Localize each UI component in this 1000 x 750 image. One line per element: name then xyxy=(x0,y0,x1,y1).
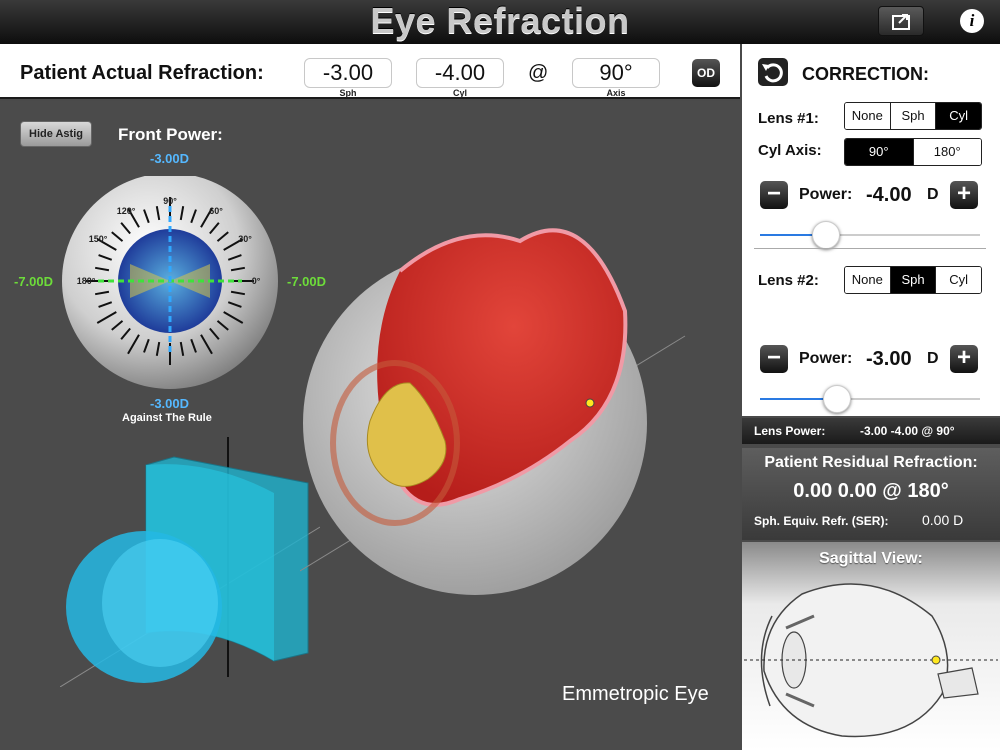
correction-title: CORRECTION: xyxy=(802,64,929,84)
patient-refraction-bar: Patient Actual Refraction: -3.00 Sph -4.… xyxy=(0,44,740,99)
share-button[interactable] xyxy=(878,6,924,36)
lens2-plus-button[interactable]: + xyxy=(950,345,978,373)
axis-input[interactable]: 90° xyxy=(572,58,660,88)
sph-sublabel: Sph xyxy=(339,88,357,98)
lens1-type-selector: None Sph Cyl xyxy=(844,102,982,130)
lens1-power-slider[interactable] xyxy=(760,221,980,249)
sagittal-optic-nerve xyxy=(937,667,979,699)
cyl-axis-label: Cyl Axis: xyxy=(758,142,822,159)
lens2-power-value: -3.00 xyxy=(866,348,912,370)
lens1-plus-button[interactable]: + xyxy=(950,181,978,209)
sagittal-title: Sagittal View: xyxy=(819,550,923,567)
reset-button[interactable] xyxy=(758,58,788,86)
patient-refraction-label: Patient Actual Refraction: xyxy=(20,62,264,84)
lens1-power-label: Power: xyxy=(799,186,853,203)
eye-cross-section xyxy=(300,228,686,595)
lens-power-label: Lens Power: xyxy=(754,424,826,438)
cyl-sublabel: Cyl xyxy=(452,88,467,98)
eye-state-label: Emmetropic Eye xyxy=(562,683,709,705)
residual-title: Patient Residual Refraction: xyxy=(764,454,978,471)
lens1-slider-thumb[interactable] xyxy=(812,221,840,249)
residual-refraction-panel: Patient Residual Refraction: 0.00 0.00 @… xyxy=(742,448,1000,540)
dial-angle-label: 0° xyxy=(252,276,261,286)
focal-point xyxy=(585,398,595,408)
lens2-option-none[interactable]: None xyxy=(845,267,891,293)
hide-astig-button[interactable]: Hide Astig xyxy=(20,121,92,147)
lens2-option-cyl[interactable]: Cyl xyxy=(936,267,981,293)
axis-sublabel: Axis xyxy=(606,88,626,98)
power-bottom-label: -3.00D xyxy=(150,396,190,411)
title-bar: Eye Refraction i xyxy=(0,0,1000,44)
front-power-label: Front Power: xyxy=(118,125,223,144)
lens1-minus-button[interactable]: − xyxy=(760,181,788,209)
cyl-axis-option-90[interactable]: 90° xyxy=(845,139,914,165)
lens1-power-value: -4.00 xyxy=(866,184,912,206)
sagittal-focal-point xyxy=(931,655,941,665)
lens2-power-label: Power: xyxy=(799,350,853,367)
share-icon xyxy=(892,14,910,30)
lens-power-value: -3.00 -4.00 @ 90° xyxy=(860,424,955,438)
lens2-slider-thumb[interactable] xyxy=(823,385,851,413)
at-sign: @ xyxy=(528,62,549,84)
lens1-option-cyl[interactable]: Cyl xyxy=(936,103,981,129)
correction-panel: CORRECTION: Lens #1: None Sph Cyl Cyl Ax… xyxy=(742,44,1000,416)
dial-angle-label: 180° xyxy=(77,276,96,286)
dial-angle-label: 90° xyxy=(163,196,177,206)
panel-divider xyxy=(754,248,986,249)
dial-angle-label: 120° xyxy=(117,206,136,216)
eye-viewport[interactable]: Hide Astig Front Power: -3.00D -3.00D -7… xyxy=(0,101,740,750)
cyl-axis-selector: 90° 180° xyxy=(844,138,982,166)
info-icon[interactable]: i xyxy=(960,9,984,33)
dial-angle-label: 150° xyxy=(89,234,108,244)
undo-icon xyxy=(762,63,783,83)
sagittal-view-panel: Sagittal View: xyxy=(742,542,1000,750)
sph-input[interactable]: -3.00 xyxy=(304,58,392,88)
eye-select-button[interactable]: OD xyxy=(692,59,720,87)
cyl-axis-option-180[interactable]: 180° xyxy=(913,139,981,165)
sagittal-diagram xyxy=(744,583,998,738)
dial-angle-label: 60° xyxy=(209,206,223,216)
dial-angle-label: 30° xyxy=(238,234,252,244)
lens2-power-unit: D xyxy=(927,350,939,367)
lens2-power-slider[interactable] xyxy=(760,385,980,413)
lens1-label: Lens #1: xyxy=(758,110,819,127)
lens1-option-none[interactable]: None xyxy=(845,103,891,129)
lens2-label: Lens #2: xyxy=(758,272,819,289)
lens1-power-unit: D xyxy=(927,186,939,203)
lens2-type-selector: None Sph Cyl xyxy=(844,266,982,294)
residual-value: 0.00 0.00 @ 180° xyxy=(793,480,949,502)
power-left-label: -7.00D xyxy=(14,274,54,289)
sphere-lens-highlight xyxy=(102,539,218,667)
lens2-option-sph[interactable]: Sph xyxy=(890,267,937,293)
lens-illustration xyxy=(60,437,320,687)
ser-label: Sph. Equiv. Refr. (SER): xyxy=(754,514,889,528)
power-dial: 90° 60° 30° 0° 180° 150° 120° xyxy=(62,176,278,389)
lens-power-bar: Lens Power: -3.00 -4.00 @ 90° xyxy=(742,418,1000,444)
power-top-label: -3.00D xyxy=(150,151,190,166)
app-title: Eye Refraction xyxy=(370,0,630,41)
lens1-option-sph[interactable]: Sph xyxy=(890,103,937,129)
cyl-input[interactable]: -4.00 xyxy=(416,58,504,88)
astigmatism-rule-label: Against The Rule xyxy=(122,412,212,424)
ser-value: 0.00 D xyxy=(922,512,964,528)
lens2-minus-button[interactable]: − xyxy=(760,345,788,373)
